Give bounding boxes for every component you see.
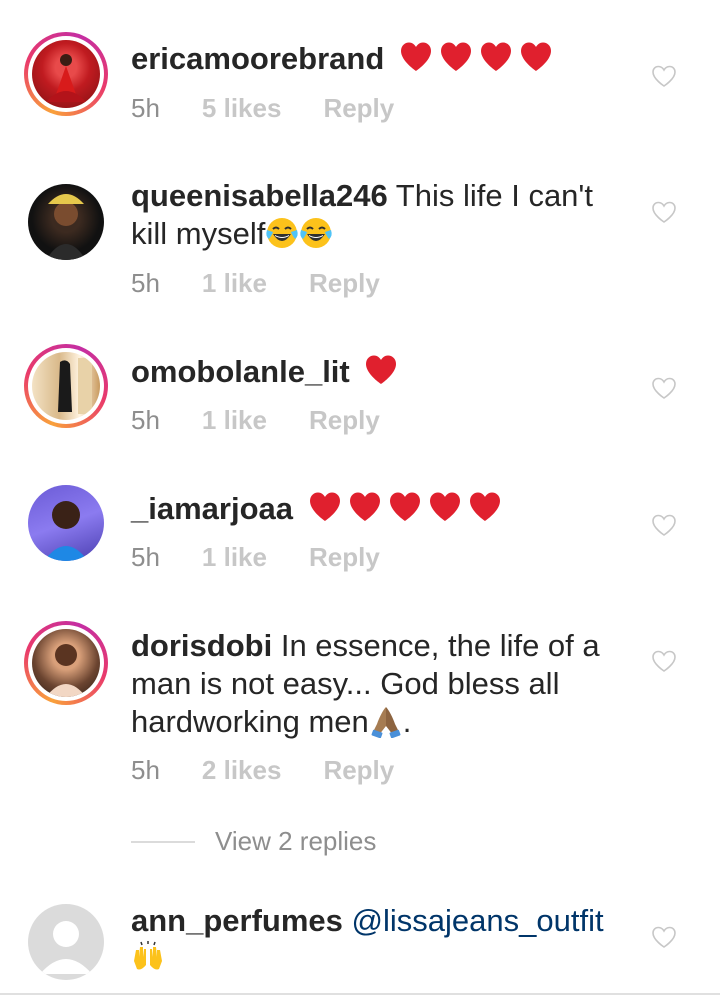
comment-username[interactable]: ericamoorebrand — [131, 41, 384, 76]
heart-outline-icon[interactable] — [651, 200, 677, 224]
mention-link[interactable]: @lissajeans_outfit — [352, 903, 604, 938]
comment-likes[interactable]: 1 like — [202, 542, 267, 573]
comment-likes[interactable]: 2 likes — [202, 755, 282, 786]
comment-username[interactable]: dorisdobi — [131, 628, 272, 663]
reply-button[interactable]: Reply — [309, 268, 380, 299]
heart-outline-icon[interactable] — [651, 64, 677, 88]
red-heart-icon — [364, 354, 404, 389]
avatar[interactable] — [24, 344, 108, 428]
red-heart-icon — [399, 41, 559, 76]
avatar[interactable] — [24, 621, 108, 705]
reply-button[interactable]: Reply — [309, 405, 380, 436]
comment-likes[interactable]: 1 like — [202, 405, 267, 436]
heart-outline-icon[interactable] — [651, 513, 677, 537]
comment-username[interactable]: queenisabella246 — [131, 178, 388, 213]
comment-time: 5h — [131, 93, 160, 123]
comment-likes[interactable]: 1 like — [202, 268, 267, 299]
comment-likes[interactable]: 5 likes — [202, 93, 282, 124]
comment-username[interactable]: _iamarjoaa — [131, 491, 293, 526]
folded-hands-icon — [369, 704, 403, 739]
heart-outline-icon[interactable] — [651, 376, 677, 400]
view-replies-label[interactable]: View 2 replies — [215, 826, 376, 857]
comment-time: 5h — [131, 755, 160, 785]
raising-hands-icon — [131, 941, 165, 976]
comment-username[interactable]: ann_perfumes — [131, 903, 343, 938]
heart-outline-icon[interactable] — [651, 925, 677, 949]
comment-time: 5h — [131, 268, 160, 298]
avatar[interactable] — [24, 481, 108, 565]
divider — [131, 840, 195, 843]
avatar[interactable] — [24, 32, 108, 116]
red-heart-icon — [308, 491, 508, 526]
reply-button[interactable]: Reply — [323, 755, 394, 786]
avatar[interactable] — [24, 180, 108, 264]
heart-outline-icon[interactable] — [651, 649, 677, 673]
comment-time: 5h — [131, 405, 160, 435]
comment-time: 5h — [131, 542, 160, 572]
divider — [0, 993, 720, 995]
comment-username[interactable]: omobolanle_lit — [131, 354, 350, 389]
reply-button[interactable]: Reply — [309, 542, 380, 573]
face-with-tears-of-joy-icon — [265, 216, 333, 251]
reply-button[interactable]: Reply — [323, 93, 394, 124]
default-avatar-icon[interactable] — [24, 900, 108, 984]
view-replies-button[interactable]: View 2 replies — [131, 826, 376, 857]
comment-text-end: . — [402, 704, 412, 739]
